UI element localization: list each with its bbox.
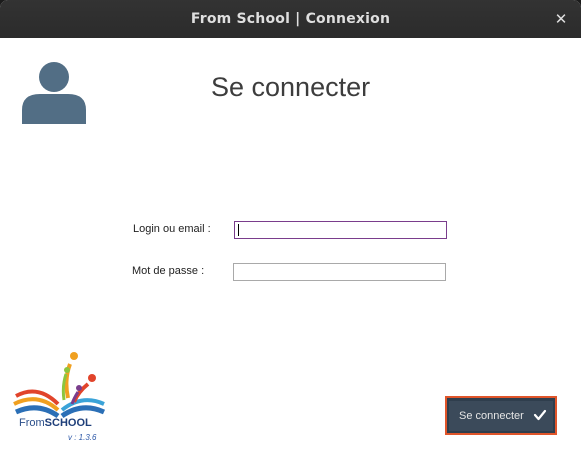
password-label: Mot de passe : xyxy=(132,265,205,277)
login-input[interactable] xyxy=(234,221,447,239)
login-submit-button[interactable]: Se connecter xyxy=(445,396,557,435)
logo-from: From xyxy=(19,417,45,429)
login-label: Login ou email : xyxy=(133,223,211,235)
close-icon[interactable]: ✕ xyxy=(551,9,571,29)
titlebar[interactable]: From School | Connexion ✕ xyxy=(0,0,581,38)
logo-school: SCHOOL xyxy=(44,417,92,429)
text-caret xyxy=(238,224,239,236)
checkmark-icon xyxy=(533,409,547,421)
fromschool-logo xyxy=(13,352,106,419)
password-input[interactable] xyxy=(233,263,446,281)
window-title: From School | Connexion xyxy=(190,11,391,27)
page-title: Se connecter xyxy=(211,72,371,102)
logo-wordmark: FromSCHOOL xyxy=(19,417,92,429)
version-label: v : 1.3.6 xyxy=(68,433,97,442)
user-avatar-icon xyxy=(22,62,86,124)
login-content: Se connecter Login ou email : Mot de pas… xyxy=(0,38,581,461)
submit-button-label: Se connecter xyxy=(459,410,524,422)
login-window: From School | Connexion ✕ Se connecter L… xyxy=(0,0,581,461)
